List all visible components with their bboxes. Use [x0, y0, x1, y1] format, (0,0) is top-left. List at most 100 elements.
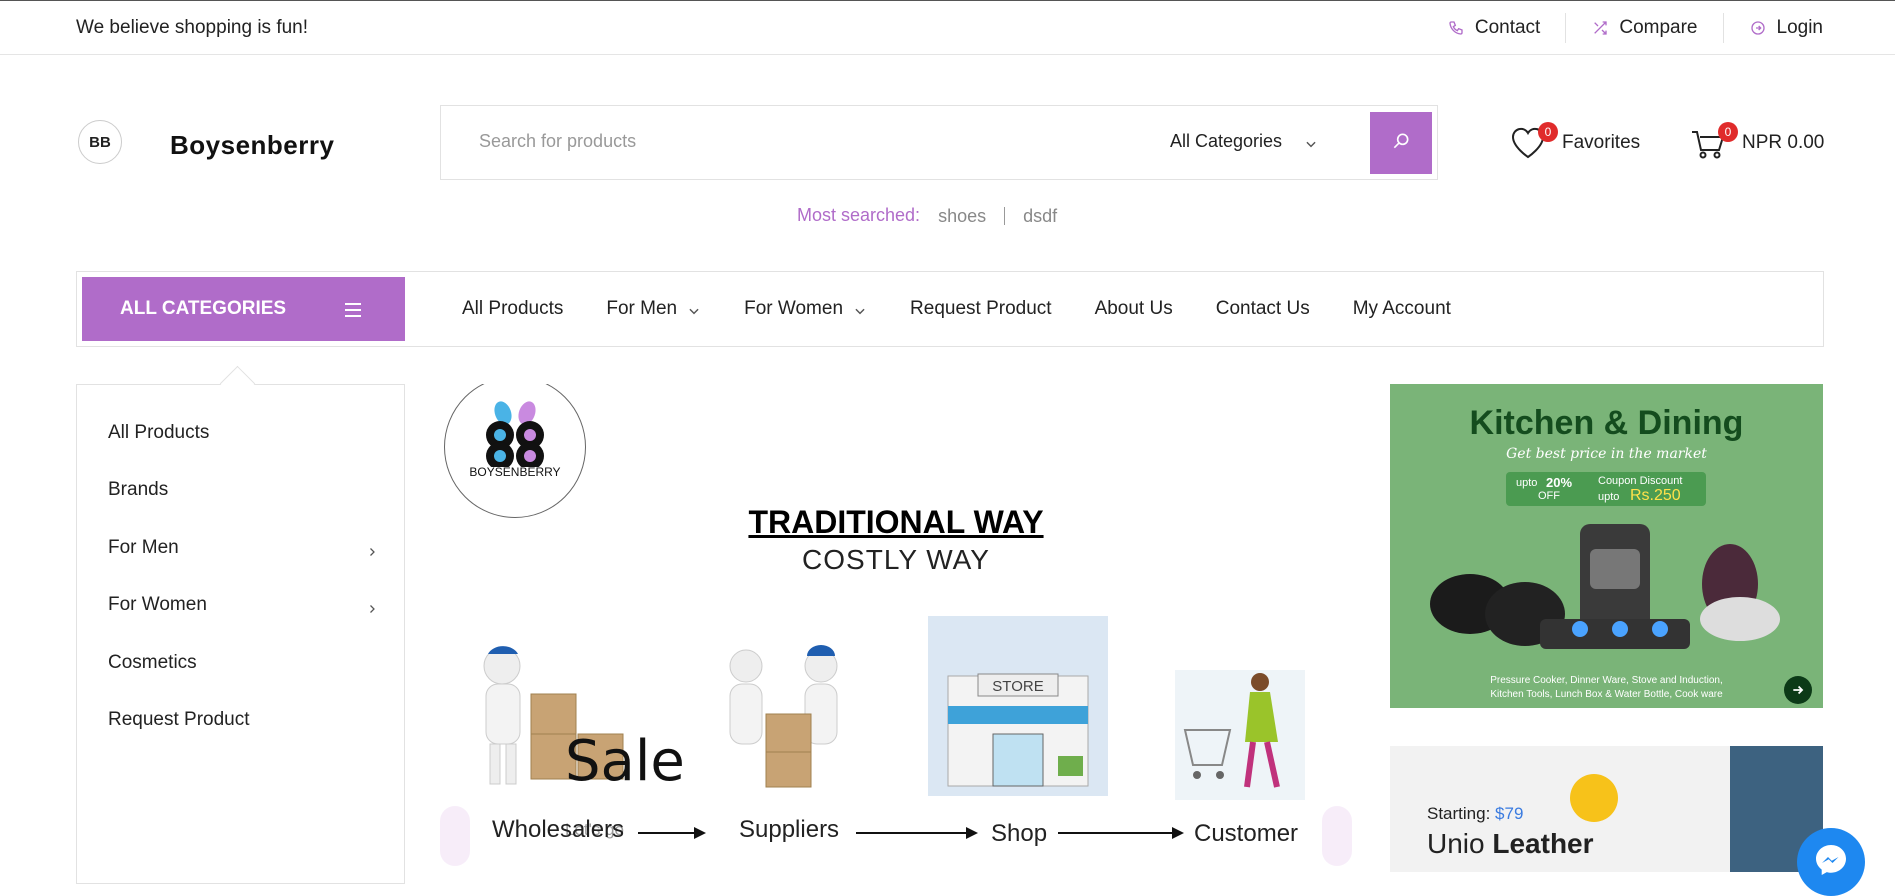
arrow-right-icon — [1058, 827, 1184, 839]
contact-link[interactable]: Contact — [1422, 13, 1565, 43]
hero-banner[interactable]: BOYSENBERRY TRADITIONAL WAY COSTLY WAY S… — [440, 384, 1352, 872]
nav-item-label: Request Product — [910, 298, 1052, 319]
banner-logo-wordmark: BOYSENBERRY — [469, 465, 561, 479]
shuffle-icon — [1591, 19, 1609, 37]
brand-name[interactable]: Boysenberry — [170, 130, 334, 161]
carousel-next-button[interactable] — [1322, 806, 1352, 866]
promo-starting: Starting: $79 — [1427, 804, 1523, 824]
chevron-down-icon — [687, 302, 701, 316]
cookware-image — [1430, 524, 1780, 649]
search-bar: Search for products All Categories — [440, 105, 1438, 180]
nav-item-label: For Women — [744, 298, 844, 319]
all-categories-label: ALL CATEGORIES — [120, 298, 287, 319]
step-suppliers: Suppliers — [739, 816, 840, 843]
arrow-right-icon — [856, 827, 978, 839]
coupon-upto: upto — [1516, 477, 1538, 489]
nav-item-contact-us[interactable]: Contact Us — [1216, 298, 1310, 320]
sidebar-item-request-product[interactable]: Request Product — [108, 709, 378, 731]
login-label: Login — [1776, 17, 1824, 38]
cart-link[interactable]: 0 NPR 0.00 — [1690, 122, 1825, 160]
carousel-prev-button[interactable] — [440, 806, 470, 866]
cart-total: NPR 0.00 — [1742, 132, 1825, 153]
customer-illustration — [1175, 670, 1305, 800]
contact-label: Contact — [1474, 17, 1541, 38]
nav-item-label: About Us — [1094, 298, 1173, 319]
sidebar-item-label: All Products — [108, 422, 210, 443]
starting-price: $79 — [1495, 804, 1524, 823]
category-dropdown-panel: All Products Brands For Men For Women Co… — [76, 384, 405, 884]
cart-icon: 0 — [1690, 122, 1738, 160]
sidebar-item-all-products[interactable]: All Products — [108, 422, 378, 444]
nav-item-about-us[interactable]: About Us — [1095, 298, 1173, 320]
step-customer: Customer — [1194, 820, 1299, 847]
sidebar-item-label: Brands — [108, 479, 169, 500]
favorites-count-badge: 0 — [1538, 122, 1558, 142]
nav-item-request-product[interactable]: Request Product — [910, 298, 1052, 320]
most-searched-label: Most searched: — [797, 205, 921, 225]
leather-promo[interactable]: Starting: $79 Unio Leather — [1390, 746, 1823, 872]
promo-title-plain: Unio — [1427, 828, 1485, 859]
nav-item-label: My Account — [1352, 298, 1451, 319]
promo-title: Kitchen & Dining — [1469, 404, 1744, 442]
coupon-off: OFF — [1538, 490, 1560, 502]
login-link[interactable]: Login — [1722, 13, 1824, 43]
cart-count-badge: 0 — [1718, 122, 1738, 142]
category-select[interactable]: All Categories — [1170, 131, 1318, 152]
nav-item-all-products[interactable]: All Products — [462, 298, 563, 320]
nav-item-label: For Men — [606, 298, 678, 319]
messenger-icon — [1813, 842, 1849, 883]
promo-subtitle: Get best price in the market — [1506, 446, 1707, 462]
promo-title: Unio Leather — [1427, 828, 1594, 860]
banner-overlay-title: Sale — [565, 729, 685, 794]
messenger-chat-button[interactable] — [1797, 828, 1865, 896]
promo-footer-line: Pressure Cooker, Dinner Ware, Stove and … — [1490, 675, 1723, 686]
favorites-link[interactable]: 0 Favorites — [1510, 122, 1641, 160]
top-links: Contact Compare Login — [1422, 1, 1823, 55]
coupon-amount: Rs.250 — [1630, 487, 1681, 504]
arrow-right-icon[interactable] — [1784, 676, 1812, 704]
sidebar-item-cosmetics[interactable]: Cosmetics — [108, 652, 378, 674]
heart-icon: 0 — [1510, 122, 1558, 160]
banner-subheading: COSTLY WAY — [802, 544, 990, 575]
tagline: We believe shopping is fun! — [76, 17, 309, 38]
sidebar-item-for-men[interactable]: For Men — [108, 537, 378, 559]
login-icon — [1749, 19, 1767, 37]
promo-footer-line: Kitchen Tools, Lunch Box & Water Bottle,… — [1490, 689, 1723, 700]
banner-heading: TRADITIONAL WAY — [748, 504, 1044, 540]
step-wholesalers: Wholesalers — [492, 816, 625, 843]
nav-item-for-women[interactable]: For Women — [744, 298, 867, 320]
category-select-value: All Categories — [1170, 131, 1283, 151]
nav-item-my-account[interactable]: My Account — [1353, 298, 1451, 320]
chevron-down-icon — [1304, 135, 1318, 149]
compare-link[interactable]: Compare — [1565, 13, 1722, 43]
most-searched: Most searched: shoes dsdf — [797, 205, 1075, 226]
butterfly-logo-icon — [486, 401, 544, 470]
chevron-down-icon — [853, 302, 867, 316]
nav-item-for-men[interactable]: For Men — [606, 298, 701, 320]
all-categories-button[interactable]: ALL CATEGORIES — [82, 277, 405, 341]
sidebar-item-label: Request Product — [108, 709, 250, 730]
most-searched-keyword[interactable]: shoes — [938, 207, 1004, 225]
sidebar-item-brands[interactable]: Brands — [108, 479, 378, 501]
search-button[interactable] — [1370, 112, 1432, 174]
site-logo[interactable]: BB — [78, 120, 122, 164]
top-bar: We believe shopping is fun! Contact Comp… — [0, 0, 1895, 55]
most-searched-keyword[interactable]: dsdf — [1004, 206, 1075, 225]
starting-label: Starting: — [1427, 804, 1491, 823]
nav-item-label: Contact Us — [1215, 298, 1310, 319]
compare-label: Compare — [1619, 17, 1698, 38]
phone-icon — [1447, 19, 1465, 37]
sidebar-item-label: Cosmetics — [108, 652, 197, 673]
favorites-label: Favorites — [1562, 132, 1641, 153]
coupon-percent: 20% — [1546, 475, 1573, 490]
step-shop: Shop — [991, 820, 1048, 847]
banner-logo: BOYSENBERRY — [444, 384, 586, 518]
supplier-illustration — [729, 645, 838, 788]
store-sign: STORE — [992, 678, 1043, 695]
logo-text: BB — [89, 133, 111, 151]
search-input[interactable]: Search for products — [479, 131, 636, 152]
nav-item-label: All Products — [462, 298, 564, 319]
sun-decoration — [1570, 774, 1618, 822]
kitchen-dining-promo[interactable]: Kitchen & Dining Get best price in the m… — [1390, 384, 1823, 708]
sidebar-item-for-women[interactable]: For Women — [108, 594, 378, 616]
